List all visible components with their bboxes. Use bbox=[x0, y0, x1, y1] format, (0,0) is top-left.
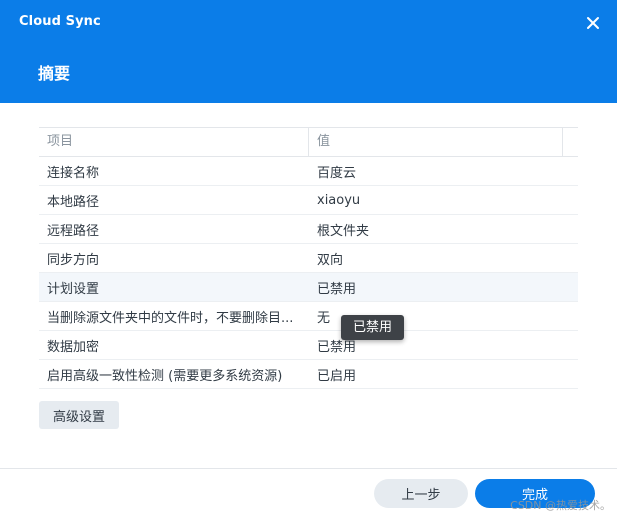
row-item-value: 百度云 bbox=[317, 165, 357, 181]
table-row[interactable]: 同步方向 双向 bbox=[39, 244, 578, 273]
row-item-label: 启用高级一致性检测 (需要更多系统资源) bbox=[47, 368, 283, 384]
table-row[interactable]: 远程路径 根文件夹 bbox=[39, 215, 578, 244]
table-row[interactable]: 连接名称 百度云 bbox=[39, 157, 578, 186]
row-item-value: 双向 bbox=[317, 252, 344, 268]
row-item-label: 当删除源文件夹中的文件时，不要删除目... bbox=[47, 310, 294, 326]
close-button[interactable] bbox=[583, 13, 603, 33]
previous-button[interactable]: 上一步 bbox=[374, 479, 468, 508]
row-item-value: 已禁用 bbox=[317, 281, 357, 297]
value-tooltip: 已禁用 bbox=[341, 315, 405, 340]
row-item-value: xiaoyu bbox=[317, 192, 361, 208]
summary-table: 项目 值 连接名称 百度云 本地路径 xiaoyu 远程路径 根文件夹 同步方向… bbox=[39, 127, 578, 389]
footer-divider bbox=[0, 468, 617, 469]
row-item-label: 计划设置 bbox=[47, 281, 100, 297]
column-header-spacer bbox=[562, 128, 578, 156]
close-icon bbox=[587, 17, 599, 29]
column-header-item[interactable]: 项目 bbox=[39, 128, 309, 156]
watermark: CSDN @热爱技术。 bbox=[510, 499, 611, 512]
app-title: Cloud Sync bbox=[19, 14, 101, 29]
table-row[interactable]: 当删除源文件夹中的文件时，不要删除目... 无 bbox=[39, 302, 578, 331]
table-row[interactable]: 启用高级一致性检测 (需要更多系统资源) 已启用 bbox=[39, 360, 578, 389]
row-item-label: 数据加密 bbox=[47, 339, 100, 355]
page-title: 摘要 bbox=[38, 64, 71, 83]
table-row[interactable]: 本地路径 xiaoyu bbox=[39, 186, 578, 215]
row-item-label: 同步方向 bbox=[47, 252, 100, 268]
dialog-header: Cloud Sync 摘要 bbox=[0, 0, 617, 103]
row-item-label: 远程路径 bbox=[47, 223, 100, 239]
table-row[interactable]: 计划设置 已禁用 bbox=[39, 273, 578, 302]
table-header: 项目 值 bbox=[39, 128, 578, 157]
advanced-settings-button[interactable]: 高级设置 bbox=[39, 401, 119, 429]
table-row[interactable]: 数据加密 已禁用 bbox=[39, 331, 578, 360]
row-item-value: 已启用 bbox=[317, 368, 357, 384]
column-header-value[interactable]: 值 bbox=[309, 128, 562, 156]
row-item-label: 本地路径 bbox=[47, 194, 100, 210]
row-item-value: 根文件夹 bbox=[317, 223, 370, 239]
row-item-label: 连接名称 bbox=[47, 165, 100, 181]
